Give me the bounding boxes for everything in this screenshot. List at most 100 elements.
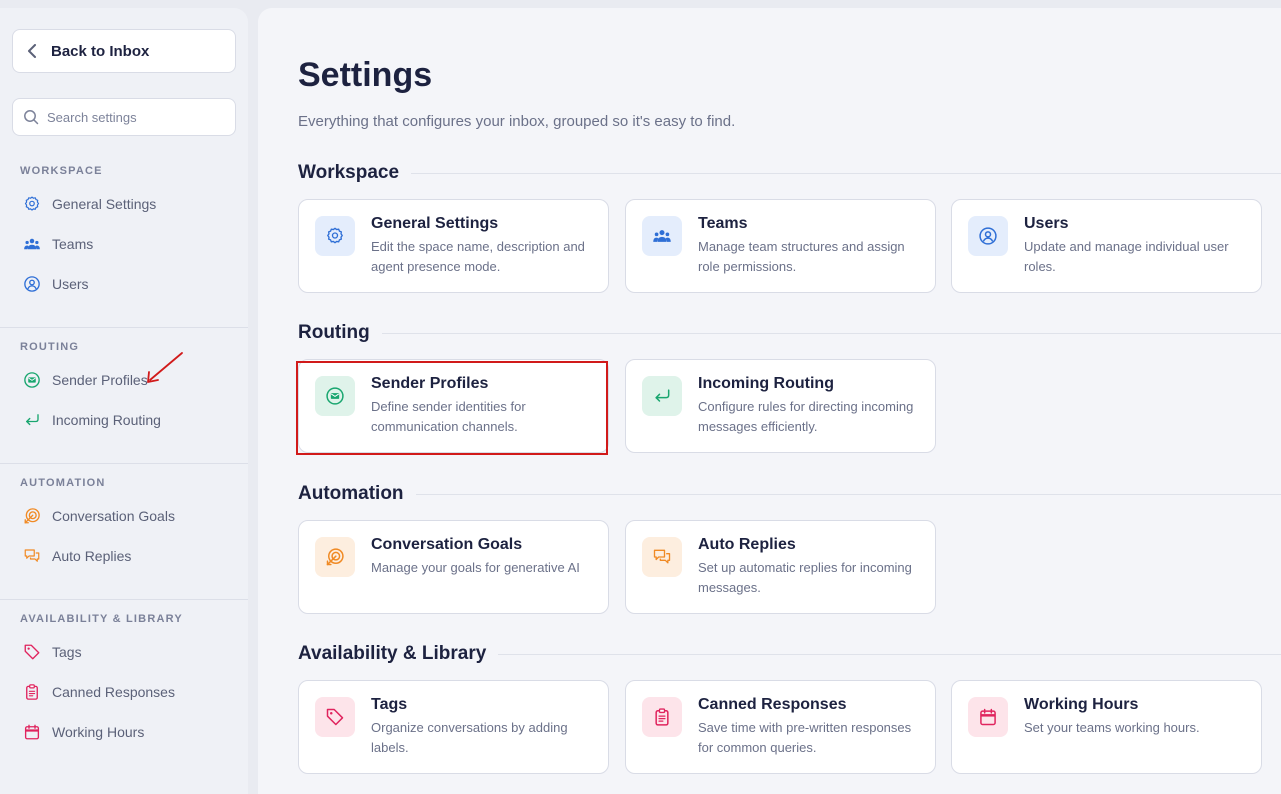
sidebar-divider bbox=[0, 463, 248, 464]
card-description: Manage team structures and assign role p… bbox=[698, 239, 905, 274]
tag-icon bbox=[315, 697, 355, 737]
section-title-text: Automation bbox=[298, 483, 404, 504]
sidebar-item-label: Canned Responses bbox=[52, 684, 175, 700]
chat-bubbles-icon bbox=[642, 537, 682, 577]
section-divider bbox=[411, 172, 1281, 174]
clipboard-icon bbox=[22, 682, 42, 702]
search-settings-field[interactable] bbox=[12, 98, 236, 136]
sidebar-divider bbox=[0, 599, 248, 600]
card-incoming-routing[interactable]: Incoming Routing Configure rules for dir… bbox=[625, 359, 936, 453]
card-title: Incoming Routing bbox=[698, 375, 834, 392]
card-title: General Settings bbox=[371, 215, 499, 232]
section-divider bbox=[381, 332, 1281, 334]
target-icon bbox=[22, 506, 42, 526]
team-icon bbox=[22, 234, 42, 254]
page-title: Settings bbox=[298, 56, 433, 94]
group-label-availability-library: AVAILABILITY & LIBRARY bbox=[20, 613, 183, 625]
sidebar-item-auto-replies[interactable]: Auto Replies bbox=[22, 544, 131, 568]
mail-badge-icon bbox=[22, 370, 42, 390]
card-description: Set up automatic replies for incoming me… bbox=[698, 560, 912, 595]
chat-bubbles-icon bbox=[22, 546, 42, 566]
return-arrow-icon bbox=[642, 376, 682, 416]
annotation-arrow-icon bbox=[147, 352, 183, 383]
team-icon bbox=[642, 216, 682, 256]
section-title-text: Routing bbox=[298, 322, 370, 343]
card-canned-responses[interactable]: Canned Responses Save time with pre-writ… bbox=[625, 680, 936, 774]
section-divider bbox=[498, 653, 1281, 655]
user-icon bbox=[968, 216, 1008, 256]
sidebar-item-canned-responses[interactable]: Canned Responses bbox=[22, 680, 175, 704]
target-icon bbox=[315, 537, 355, 577]
card-title: Tags bbox=[371, 696, 408, 713]
section-title-availability-library: Availability & Library bbox=[298, 643, 1281, 665]
sidebar-item-label: Conversation Goals bbox=[52, 508, 175, 524]
group-label-automation: AUTOMATION bbox=[20, 477, 106, 489]
mail-badge-icon bbox=[315, 376, 355, 416]
section-title-automation: Automation bbox=[298, 483, 1281, 505]
return-arrow-icon bbox=[22, 410, 42, 430]
section-title-text: Availability & Library bbox=[298, 643, 487, 664]
card-description: Set your teams working hours. bbox=[1024, 720, 1200, 735]
card-working-hours[interactable]: Working Hours Set your teams working hou… bbox=[951, 680, 1262, 774]
back-to-inbox-button[interactable]: Back to Inbox bbox=[12, 29, 236, 73]
calendar-icon bbox=[968, 697, 1008, 737]
tag-icon bbox=[22, 642, 42, 662]
card-auto-replies[interactable]: Auto Replies Set up automatic replies fo… bbox=[625, 520, 936, 614]
group-label-routing: ROUTING bbox=[20, 341, 80, 353]
group-label-workspace: WORKSPACE bbox=[20, 165, 103, 177]
sidebar-item-incoming-routing[interactable]: Incoming Routing bbox=[22, 408, 161, 432]
card-title: Auto Replies bbox=[698, 536, 796, 553]
search-icon bbox=[24, 110, 39, 125]
card-title: Users bbox=[1024, 215, 1069, 232]
card-title: Canned Responses bbox=[698, 696, 847, 713]
sidebar-item-tags[interactable]: Tags bbox=[22, 640, 82, 664]
section-title-workspace: Workspace bbox=[298, 162, 1281, 184]
sidebar-item-label: General Settings bbox=[52, 196, 157, 212]
sidebar-item-label: Tags bbox=[52, 644, 82, 660]
card-description: Update and manage individual user roles. bbox=[1024, 239, 1229, 274]
sidebar-item-sender-profiles[interactable]: Sender Profiles bbox=[22, 368, 148, 392]
card-teams[interactable]: Teams Manage team structures and assign … bbox=[625, 199, 936, 293]
sidebar-divider bbox=[0, 327, 248, 328]
card-description: Organize conversations by adding labels. bbox=[371, 720, 568, 755]
sidebar-item-label: Users bbox=[52, 276, 89, 292]
section-divider bbox=[415, 493, 1281, 495]
gear-icon bbox=[315, 216, 355, 256]
card-description: Edit the space name, description and age… bbox=[371, 239, 585, 274]
sidebar-item-teams[interactable]: Teams bbox=[22, 232, 93, 256]
sidebar-item-conversation-goals[interactable]: Conversation Goals bbox=[22, 504, 175, 528]
back-to-inbox-label: Back to Inbox bbox=[51, 42, 150, 60]
sidebar-item-label: Teams bbox=[52, 236, 94, 252]
card-tags[interactable]: Tags Organize conversations by adding la… bbox=[298, 680, 609, 774]
user-icon bbox=[22, 274, 42, 294]
clipboard-icon bbox=[642, 697, 682, 737]
sidebar-item-label: Working Hours bbox=[52, 724, 145, 740]
section-title-text: Workspace bbox=[298, 162, 400, 183]
card-sender-profiles[interactable]: Sender Profiles Define sender identities… bbox=[298, 359, 609, 453]
gear-icon bbox=[22, 194, 42, 214]
card-title: Conversation Goals bbox=[371, 536, 523, 553]
calendar-icon bbox=[22, 722, 42, 742]
card-users[interactable]: Users Update and manage individual user … bbox=[951, 199, 1262, 293]
page-subtitle: Everything that configures your inbox, g… bbox=[298, 113, 736, 130]
card-description: Manage your goals for generative AI bbox=[371, 560, 580, 575]
card-title: Sender Profiles bbox=[371, 375, 489, 392]
card-title: Working Hours bbox=[1024, 696, 1139, 713]
sidebar-item-users[interactable]: Users bbox=[22, 272, 89, 296]
card-description: Save time with pre-written responses for… bbox=[698, 720, 912, 755]
card-general-settings[interactable]: General Settings Edit the space name, de… bbox=[298, 199, 609, 293]
card-conversation-goals[interactable]: Conversation Goals Manage your goals for… bbox=[298, 520, 609, 614]
sidebar-item-label: Sender Profiles bbox=[52, 372, 148, 388]
settings-main: Settings Everything that configures your… bbox=[258, 8, 1281, 794]
sidebar-item-label: Incoming Routing bbox=[52, 412, 161, 428]
search-settings-input[interactable] bbox=[47, 109, 217, 125]
card-title: Teams bbox=[698, 215, 748, 232]
card-description: Configure rules for directing incoming m… bbox=[698, 399, 914, 434]
sidebar-item-working-hours[interactable]: Working Hours bbox=[22, 720, 144, 744]
sidebar-item-label: Auto Replies bbox=[52, 548, 132, 564]
card-description: Define sender identities for communicati… bbox=[371, 399, 526, 434]
chevron-left-icon bbox=[27, 44, 41, 58]
section-title-routing: Routing bbox=[298, 322, 1281, 344]
settings-sidebar: Back to Inbox WORKSPACE General Settings… bbox=[0, 8, 248, 794]
sidebar-item-general-settings[interactable]: General Settings bbox=[22, 192, 156, 216]
